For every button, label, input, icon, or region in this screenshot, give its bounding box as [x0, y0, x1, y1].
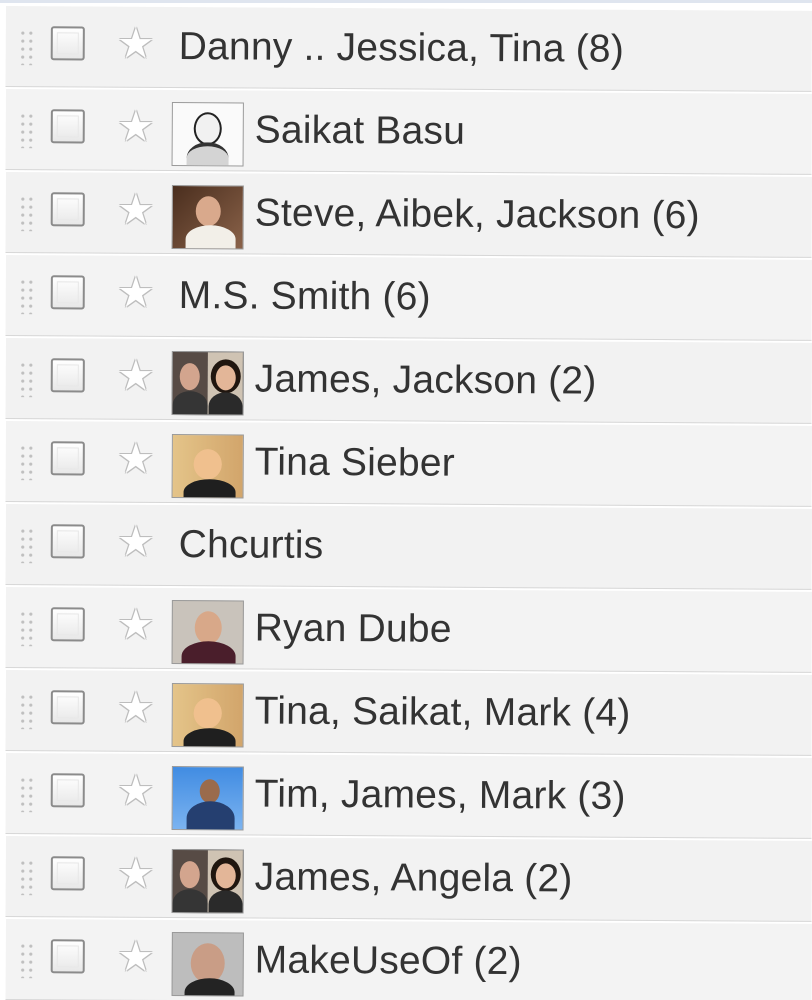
avatar-body	[181, 641, 236, 665]
avatar-body	[208, 392, 243, 416]
avatar	[171, 932, 244, 997]
avatar-body	[184, 978, 235, 997]
drag-handle-icon[interactable]	[18, 527, 37, 564]
checkbox-icon[interactable]	[50, 773, 85, 808]
drag-handle-icon[interactable]	[18, 112, 37, 149]
conversation-row[interactable]: ★ Tina, Saikat, Mark (4)	[5, 670, 812, 756]
conversation-participants: James, Jackson (2)	[254, 357, 597, 403]
avatar-body	[186, 142, 229, 167]
avatar-body	[172, 391, 208, 416]
conversation-row[interactable]: ★ Danny .. Jessica, Tina (8)	[5, 6, 812, 92]
avatar-body	[186, 801, 235, 831]
checkbox-icon[interactable]	[50, 524, 85, 559]
drag-handle-icon[interactable]	[18, 610, 37, 647]
star-icon[interactable]: ★	[115, 767, 157, 814]
star-icon[interactable]: ★	[115, 352, 157, 399]
checkbox-icon[interactable]	[50, 109, 85, 144]
avatar-face	[179, 363, 200, 391]
star-icon[interactable]: ★	[115, 518, 157, 565]
avatar-face	[215, 863, 236, 889]
conversation-row[interactable]: ★ M.S. Smith (6)	[5, 255, 812, 341]
avatar-face	[199, 779, 220, 804]
avatar	[171, 185, 244, 250]
avatar-body	[185, 225, 236, 250]
avatar-body	[208, 890, 243, 914]
star-icon[interactable]: ★	[115, 186, 157, 233]
avatar-body	[183, 728, 236, 748]
star-icon[interactable]: ★	[115, 435, 157, 482]
avatar	[171, 600, 244, 665]
drag-handle-icon[interactable]	[18, 693, 37, 730]
conversation-participants: Tina Sieber	[254, 440, 456, 485]
avatar-face	[195, 196, 221, 227]
checkbox-icon[interactable]	[50, 939, 85, 974]
conversation-participants: Steve, Aibek, Jackson (6)	[254, 191, 700, 238]
checkbox-icon[interactable]	[50, 26, 85, 61]
drag-handle-icon[interactable]	[18, 444, 37, 481]
avatar-face	[193, 449, 222, 480]
conversation-participants: Tina, Saikat, Mark (4)	[254, 689, 631, 735]
avatar-face	[215, 365, 236, 391]
drag-handle-icon[interactable]	[18, 776, 37, 813]
star-icon[interactable]: ★	[115, 20, 157, 67]
conversation-participants: MakeUseOf (2)	[254, 938, 522, 984]
drag-handle-icon[interactable]	[18, 859, 37, 896]
star-icon[interactable]: ★	[115, 684, 157, 731]
avatar	[171, 849, 244, 914]
conversation-participants: James, Angela (2)	[254, 855, 573, 901]
conversation-row[interactable]: ★ Tina Sieber	[5, 421, 812, 507]
avatar	[171, 766, 244, 831]
avatar-face	[193, 698, 222, 729]
avatar	[171, 351, 244, 416]
avatar	[171, 102, 244, 167]
avatar-face	[193, 112, 222, 146]
conversation-row[interactable]: ★ Tim, James, Mark (3)	[5, 753, 812, 839]
checkbox-icon[interactable]	[50, 607, 85, 642]
conversation-row[interactable]: ★ Chcurtis	[5, 504, 812, 590]
checkbox-icon[interactable]	[50, 690, 85, 725]
conversation-participants: Tim, James, Mark (3)	[254, 772, 626, 818]
conversation-participants: Chcurtis	[178, 523, 324, 567]
checkbox-icon[interactable]	[50, 441, 85, 476]
star-icon[interactable]: ★	[115, 933, 157, 980]
checkbox-icon[interactable]	[50, 275, 85, 310]
star-icon[interactable]: ★	[115, 601, 157, 648]
conversation-row[interactable]: ★ Saikat Basu	[5, 89, 812, 175]
conversation-participants: Danny .. Jessica, Tina (8)	[178, 25, 625, 71]
avatar	[171, 434, 244, 499]
star-icon[interactable]: ★	[115, 850, 157, 897]
drag-handle-icon[interactable]	[18, 942, 37, 979]
checkbox-icon[interactable]	[50, 192, 85, 227]
drag-handle-icon[interactable]	[18, 361, 37, 398]
drag-handle-icon[interactable]	[18, 29, 37, 66]
conversation-row[interactable]: ★ MakeUseOf (2)	[5, 919, 812, 1000]
conversation-row[interactable]: ★ James, Jackson (2)	[5, 338, 812, 424]
conversation-row[interactable]: ★ Ryan Dube	[5, 587, 812, 673]
avatar-body	[172, 889, 208, 914]
conversation-participants: Ryan Dube	[254, 606, 452, 651]
conversation-participants: Saikat Basu	[254, 108, 466, 153]
checkbox-icon[interactable]	[50, 856, 85, 891]
conversation-list: ★ Danny .. Jessica, Tina (8) ★ Saikat Ba…	[0, 0, 812, 1000]
checkbox-icon[interactable]	[50, 358, 85, 393]
conversation-participants: M.S. Smith (6)	[178, 274, 431, 319]
star-icon[interactable]: ★	[115, 269, 157, 316]
avatar	[171, 683, 244, 748]
avatar-face	[179, 861, 200, 889]
drag-handle-icon[interactable]	[18, 278, 37, 315]
avatar-face	[194, 611, 222, 645]
conversation-row[interactable]: ★ James, Angela (2)	[5, 836, 812, 922]
star-icon[interactable]: ★	[115, 103, 157, 150]
conversation-row[interactable]: ★ Steve, Aibek, Jackson (6)	[5, 172, 812, 258]
drag-handle-icon[interactable]	[18, 195, 37, 232]
avatar-body	[183, 479, 236, 499]
